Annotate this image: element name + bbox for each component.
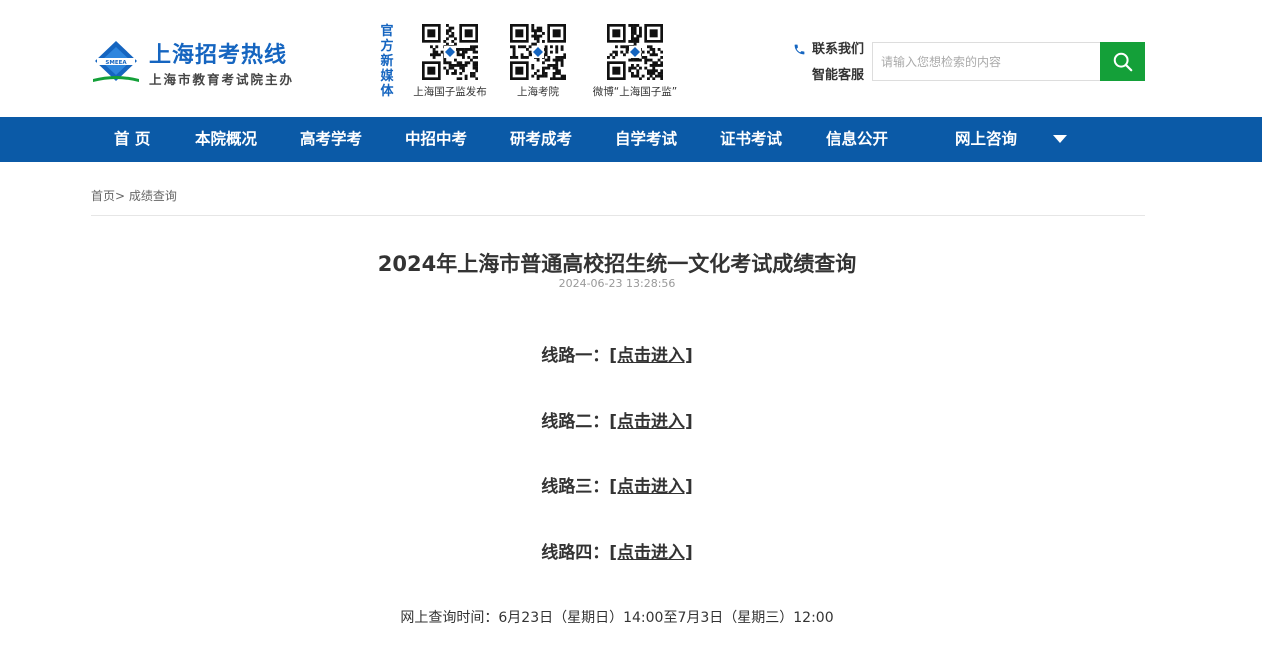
- route-row: 线路二：[点击进入]: [0, 407, 1234, 432]
- nav-item-info-public[interactable]: 信息公开: [826, 117, 888, 162]
- route-row: 线路一：[点击进入]: [0, 341, 1234, 366]
- qr-code-guozijian[interactable]: 上海国子监发布: [405, 24, 495, 99]
- qr-code-kaoyuan[interactable]: 上海考院: [493, 24, 583, 99]
- smart-service-link[interactable]: 智能客服: [780, 66, 864, 92]
- route-row: 线路三：[点击进入]: [0, 472, 1234, 497]
- qr-code-icon: [422, 24, 478, 80]
- search-button[interactable]: [1100, 42, 1145, 81]
- search-box: [872, 42, 1145, 81]
- route-link-2[interactable]: [点击进入]: [609, 412, 693, 432]
- logo-badge-text: SMEEA: [105, 60, 127, 66]
- official-media-label: 官 方 新 媒 体: [380, 24, 394, 99]
- nav-item-home[interactable]: 首 页: [114, 117, 150, 162]
- breadcrumb-current[interactable]: 成绩查询: [129, 189, 177, 203]
- qr-code-icon: [510, 24, 566, 80]
- breadcrumb-home[interactable]: 首页: [91, 189, 115, 203]
- breadcrumb: 首页> 成绩查询: [91, 187, 177, 204]
- nav-item-zhongkao[interactable]: 中招中考: [405, 117, 467, 162]
- route-label: 线路二：: [541, 412, 610, 432]
- search-icon: [1113, 52, 1132, 71]
- site-logo[interactable]: SMEEA 上海招考热线 上海市教育考试院主办: [91, 37, 311, 89]
- qr-code-icon: [607, 24, 663, 80]
- route-label: 线路三：: [541, 477, 610, 497]
- logo-subtitle: 上海市教育考试院主办: [149, 72, 295, 87]
- route-link-4[interactable]: [点击进入]: [609, 543, 693, 563]
- route-label: 线路一：: [541, 346, 610, 366]
- breadcrumb-separator: >: [115, 189, 126, 203]
- smeea-emblem-icon: SMEEA: [93, 41, 139, 82]
- divider: [91, 215, 1145, 216]
- nav-item-yankao[interactable]: 研考成考: [510, 117, 572, 162]
- contact-block: 联系我们 智能客服: [780, 40, 864, 92]
- qr-code-weibo[interactable]: 微博“上海国子监”: [590, 24, 680, 99]
- nav-item-gaokao[interactable]: 高考学考: [300, 117, 362, 162]
- route-link-1[interactable]: [点击进入]: [609, 346, 693, 366]
- chevron-down-icon[interactable]: [1053, 135, 1067, 143]
- logo-title: 上海招考热线: [149, 43, 288, 68]
- nav-item-certificate[interactable]: 证书考试: [720, 117, 782, 162]
- nav-item-about[interactable]: 本院概况: [195, 117, 257, 162]
- main-nav: 首 页 本院概况 高考学考 中招中考 研考成考 自学考试 证书考试 信息公开 网…: [0, 117, 1262, 162]
- phone-icon: [794, 44, 805, 55]
- route-row: 线路四：[点击进入]: [0, 538, 1234, 563]
- nav-item-zikao[interactable]: 自学考试: [615, 117, 677, 162]
- qr-caption: 微博“上海国子监”: [592, 86, 678, 98]
- search-input[interactable]: [872, 42, 1101, 81]
- site-header: SMEEA 上海招考热线 上海市教育考试院主办 官 方 新 媒 体 上海国子监发…: [0, 0, 1262, 117]
- qr-caption: 上海国子监发布: [413, 86, 487, 98]
- nav-item-consult[interactable]: 网上咨询: [955, 117, 1017, 162]
- route-link-3[interactable]: [点击进入]: [609, 477, 693, 497]
- qr-caption: 上海考院: [517, 86, 559, 98]
- contact-us-link[interactable]: 联系我们: [780, 40, 864, 66]
- publish-date: 2024-06-23 13:28:56: [558, 277, 676, 290]
- page-title: 2024年上海市普通高校招生统一文化考试成绩查询: [377, 252, 857, 276]
- query-time-notice: 网上查询时间：6月23日（星期日）14:00至7月3日（星期三）12:00: [400, 610, 834, 626]
- route-label: 线路四：: [541, 543, 610, 563]
